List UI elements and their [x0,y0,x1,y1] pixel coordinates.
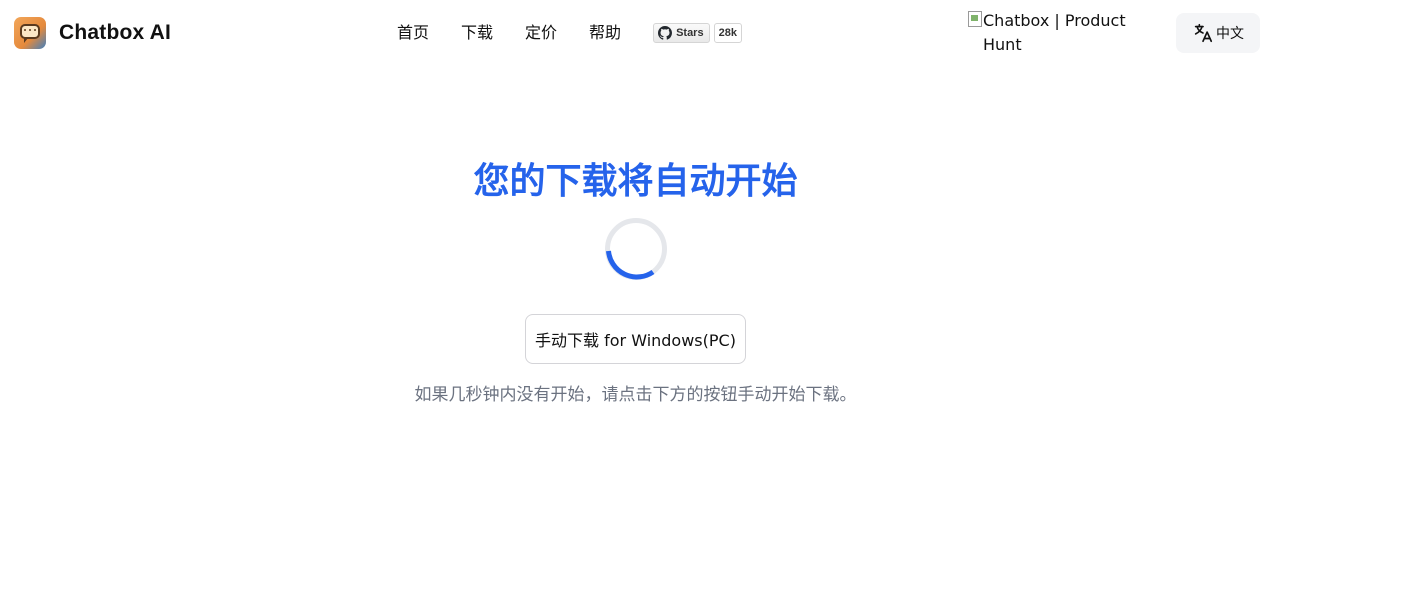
site-header: Chatbox AI 首页 下载 定价 帮助 Stars 28k Chatbox… [0,0,1425,66]
product-hunt-alt-text: Chatbox | Product Hunt [983,11,1126,54]
manual-download-button[interactable]: 手动下载 for Windows(PC) [525,314,746,364]
github-icon [658,26,673,40]
product-hunt-badge[interactable]: Chatbox | Product Hunt [968,9,1158,57]
github-stars-button[interactable]: Stars [653,23,710,43]
nav-item-home[interactable]: 首页 [397,22,429,44]
nav-item-help[interactable]: 帮助 [589,22,621,44]
download-hint: 如果几秒钟内没有开始，请点击下方的按钮手动开始下载。 [414,385,857,405]
github-stars-badge[interactable]: Stars 28k [653,23,742,43]
nav-item-pricing[interactable]: 定价 [525,22,557,44]
loading-spinner [605,218,667,280]
language-label: 中文 [1216,26,1244,42]
language-switch-button[interactable]: 中文 [1176,13,1260,53]
nav-item-download[interactable]: 下载 [461,22,493,44]
main-nav: 首页 下载 定价 帮助 Stars 28k [397,22,742,44]
translate-icon [1194,23,1213,43]
github-stars-count[interactable]: 28k [713,23,742,43]
page-title: 您的下载将自动开始 [473,161,798,203]
chatbox-logo-icon [14,17,46,49]
github-stars-label: Stars [676,27,704,39]
broken-image-icon [968,11,982,27]
brand-link[interactable]: Chatbox AI [14,17,171,49]
brand-name: Chatbox AI [59,21,172,44]
